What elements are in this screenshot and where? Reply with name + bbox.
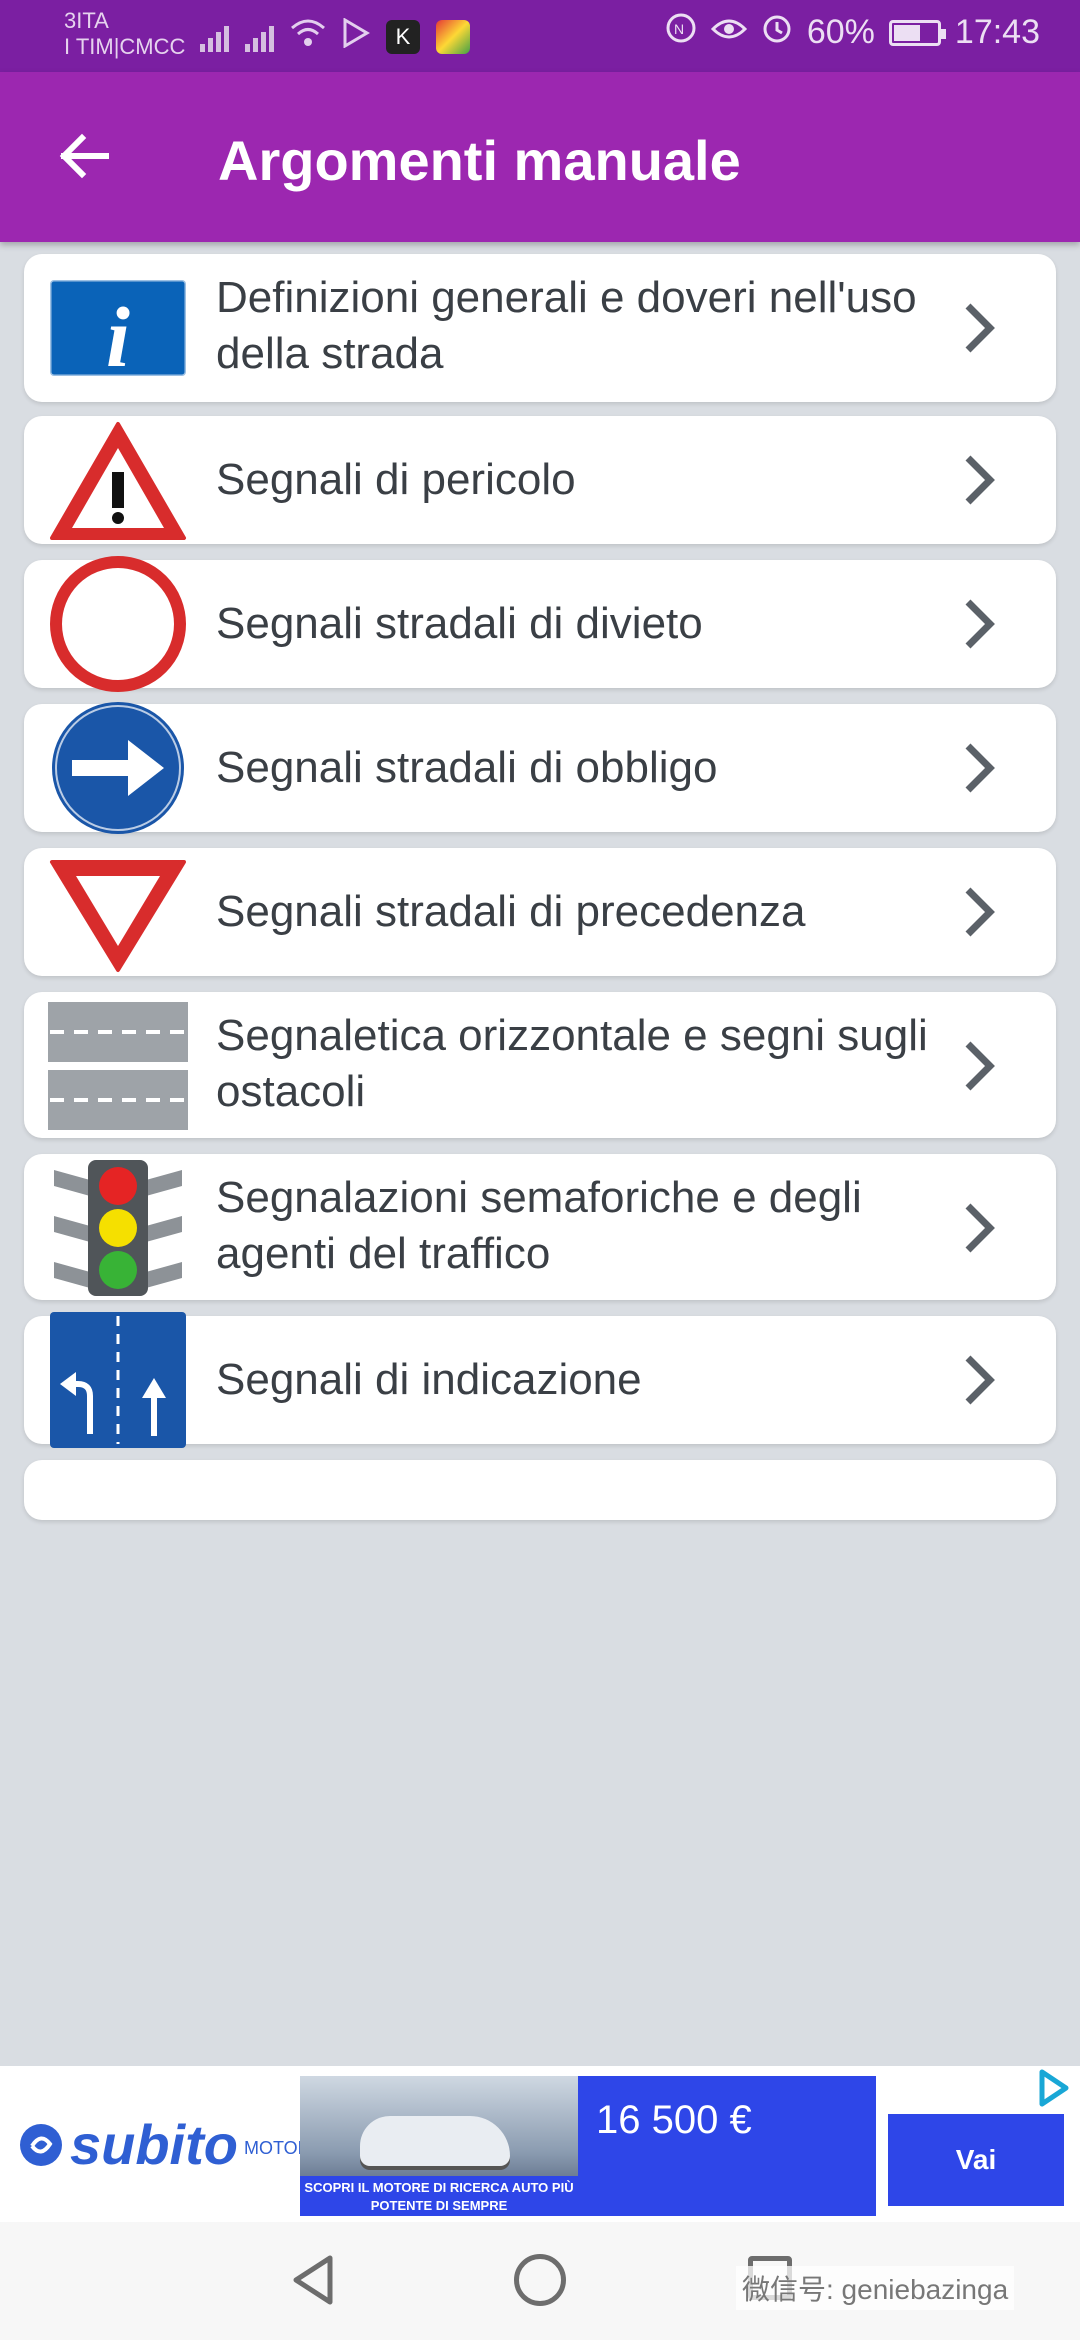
svg-text:i: i [106,289,130,385]
chevron-right-icon [965,455,995,505]
page-title: Argomenti manuale [218,129,741,192]
chevron-right-icon [965,887,995,937]
chevron-right-icon [965,743,995,793]
ad-image: SCOPRI IL MOTORE DI RICERCA AUTO PIÙ POT… [300,2076,578,2216]
subito-logo-icon [20,2123,62,2166]
carrier-line-2: I TIM|CMCC [64,34,186,59]
signal-icon-2 [245,22,274,52]
list-item[interactable]: Segnali di indicazione [24,1312,1056,1448]
ad-price: 16 500 € [578,2076,876,2216]
mandatory-arrow-icon [52,702,184,834]
ad-brand: subito [70,2113,238,2176]
play-store-icon [342,17,370,56]
list-item[interactable]: Segnalazioni semaforiche e degli agenti … [24,1154,1056,1300]
road-markings-icon [48,996,188,1136]
ad-banner[interactable]: subito MOTORI SCOPRI IL MOTORE DI RICERC… [0,2066,1080,2222]
battery-percent: 60% [806,13,875,51]
chevron-right-icon [965,599,995,649]
car-image [360,2116,510,2166]
list-item-label: Segnali di indicazione [216,1355,642,1404]
list-item[interactable]: Segnali stradali di obbligo [24,702,1056,834]
app-bar: Argomenti manuale [0,72,1080,242]
list-item[interactable] [24,1460,1056,1520]
carrier-line-1: 3ITA [64,8,109,33]
back-button[interactable] [52,124,116,188]
signal-icon [200,22,229,52]
give-way-triangle-icon [50,860,186,972]
adchoices-icon[interactable] [1032,2068,1072,2108]
list-item[interactable]: Segnali di pericolo [24,416,1056,544]
nav-home-icon[interactable] [514,2254,566,2306]
list-item-label: Segnali stradali di obbligo [216,743,718,792]
list-item-label: Definizioni generali e doveri nell'uso d… [216,273,917,378]
chevron-right-icon [965,1041,995,1091]
list-item-label: Segnali stradali di divieto [216,599,703,648]
chevron-right-icon [965,303,995,353]
wifi-icon [290,18,326,56]
nfc-icon: N [665,12,697,53]
warning-triangle-icon [50,422,186,540]
nav-back-icon[interactable] [288,2252,338,2308]
list-item-label: Segnalazioni semaforiche e degli agenti … [216,1173,862,1278]
carrier-info: 3ITA I TIM|CMCC [64,8,185,60]
list-item[interactable]: Segnali stradali di divieto [24,556,1056,692]
watermark-text: 微信号: geniebazinga [736,2266,1015,2310]
list-item-label: Segnali stradali di precedenza [216,887,806,936]
list-item[interactable]: Segnali stradali di precedenza [24,848,1056,976]
list-item[interactable]: Segnaletica orizzontale e segni sugli os… [24,992,1056,1138]
list-item-label: Segnaletica orizzontale e segni sugli os… [216,1011,928,1116]
ad-cta-button[interactable]: Vai [888,2114,1064,2206]
lane-direction-icon [50,1312,186,1448]
clock: 17:43 [954,13,1040,51]
alarm-icon [761,12,793,53]
k-app-icon: K [386,20,420,54]
arrow-left-icon [59,133,109,179]
subito-logo: subito MOTORI [18,2112,316,2177]
prohibition-circle-icon [50,556,186,692]
ad-caption: SCOPRI IL MOTORE DI RICERCA AUTO PIÙ POT… [300,2176,578,2216]
system-nav-bar: 微信号: geniebazinga [0,2222,1080,2340]
traffic-light-icon [54,1160,182,1296]
eye-icon [710,13,747,52]
list-item[interactable]: i Definizioni generali e doveri nell'uso… [24,254,1056,402]
info-sign-icon: i [48,278,188,385]
chevron-right-icon [965,1203,995,1253]
chevron-right-icon [965,1355,995,1405]
list-item-label: Segnali di pericolo [216,455,576,504]
status-bar: 3ITA I TIM|CMCC K N 60% 17:43 [0,0,1080,72]
battery-icon [888,19,946,46]
game-app-icon [436,20,470,54]
svg-text:N: N [674,21,684,37]
